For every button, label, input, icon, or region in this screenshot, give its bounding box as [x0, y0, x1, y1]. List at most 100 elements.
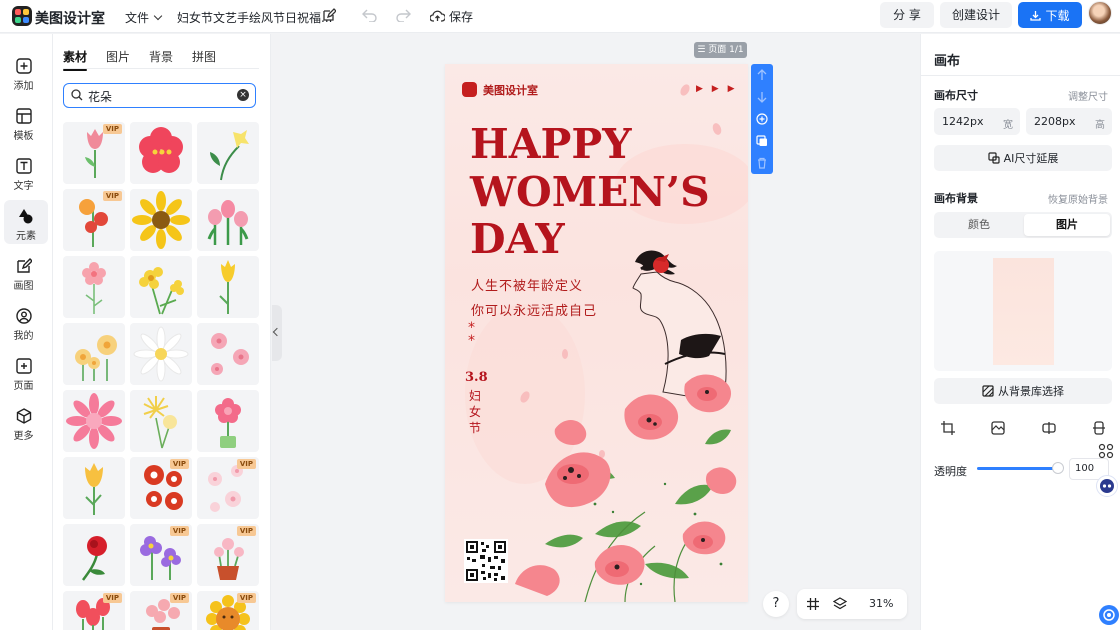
tab-collage[interactable]: 拼图 — [192, 48, 216, 65]
rail-item-draw[interactable]: 画图 — [0, 250, 47, 294]
panel-collapse-handle[interactable] — [272, 305, 282, 361]
material-item[interactable] — [63, 390, 125, 452]
logo-icon[interactable] — [12, 6, 32, 26]
material-item[interactable]: VIP — [130, 457, 192, 519]
rail-item-text[interactable]: 文字 — [0, 150, 47, 194]
rail-item-label: 添加 — [13, 81, 34, 92]
ai-resize-icon — [988, 152, 1000, 164]
edit-icon[interactable] — [322, 8, 336, 22]
canvas-bg-heading: 画布背景 — [934, 192, 978, 205]
save-button[interactable]: 保存 — [430, 7, 473, 25]
material-item[interactable] — [197, 323, 259, 385]
crop-icon[interactable] — [941, 421, 955, 435]
rail-item-add[interactable]: 添加 — [0, 50, 47, 94]
opacity-slider[interactable] — [977, 467, 1060, 470]
filter-icon[interactable] — [991, 421, 1005, 435]
file-menu-label: 文件 — [125, 11, 150, 25]
material-item[interactable] — [130, 189, 192, 251]
apps-icon[interactable] — [1098, 443, 1114, 459]
material-item[interactable] — [63, 323, 125, 385]
rail-item-page[interactable]: 页面 — [0, 350, 47, 394]
material-item[interactable] — [63, 457, 125, 519]
bg-preview[interactable] — [934, 251, 1112, 371]
avatar[interactable] — [1088, 1, 1112, 25]
tab-backgrounds[interactable]: 背景 — [149, 48, 173, 65]
delete-page-icon[interactable] — [756, 157, 768, 169]
rail-item-mine[interactable]: 我的 — [0, 300, 47, 344]
create-design-button[interactable]: 创建设计 — [940, 2, 1012, 28]
material-item[interactable] — [197, 189, 259, 251]
zoom-level[interactable]: 31% — [869, 597, 893, 610]
material-item[interactable]: VIP — [197, 591, 259, 630]
height-unit: 高 — [1095, 120, 1105, 131]
material-item[interactable] — [63, 524, 125, 586]
grid-icon[interactable] — [806, 597, 820, 611]
flip-horizontal-icon[interactable] — [1042, 421, 1056, 435]
help-button[interactable]: ? — [763, 591, 789, 617]
redo-icon[interactable] — [395, 8, 411, 22]
page-indicator[interactable]: ☰ 页面 1/1 — [694, 42, 747, 58]
bg-color-option[interactable]: 颜色 — [936, 214, 1022, 236]
layers-icon[interactable] — [833, 597, 847, 611]
download-icon — [1030, 10, 1042, 21]
poster-subtitle-1: 人生不被年龄定义 — [471, 279, 584, 294]
rail-item-more[interactable]: 更多 — [0, 400, 47, 444]
opacity-slider-handle[interactable] — [1052, 462, 1064, 474]
material-item[interactable] — [130, 122, 192, 184]
download-button[interactable]: 下载 — [1018, 2, 1082, 28]
vip-badge: VIP — [169, 459, 189, 469]
material-item[interactable] — [197, 256, 259, 318]
material-item[interactable]: VIP — [63, 122, 125, 184]
bg-library-button[interactable]: 从背景库选择 — [934, 378, 1112, 404]
document-title[interactable]: 妇女节文艺手绘风节日祝福... — [177, 9, 332, 26]
rail-item-label: 文字 — [13, 181, 34, 192]
material-item[interactable]: VIP — [130, 524, 192, 586]
divider — [921, 75, 1120, 76]
duplicate-page-icon[interactable] — [756, 135, 768, 147]
material-item[interactable] — [197, 122, 259, 184]
cube-icon — [16, 408, 31, 424]
tab-images[interactable]: 图片 — [106, 48, 130, 65]
poster-canvas[interactable]: 美图设计室 ▶ ▶ ▶ HAPPY WOMEN’S DAY 人生不被年龄定义 你… — [445, 64, 748, 602]
move-up-icon[interactable] — [756, 69, 768, 81]
tab-materials[interactable]: 素材 — [63, 48, 88, 71]
logo-text[interactable]: 美图设计室 — [35, 8, 105, 28]
material-item[interactable]: VIP — [130, 591, 192, 630]
material-item[interactable] — [197, 390, 259, 452]
add-page-icon[interactable] — [756, 113, 768, 125]
bg-image-option[interactable]: 图片 — [1024, 214, 1110, 236]
share-button[interactable]: 分 享 — [880, 2, 934, 28]
save-label: 保存 — [449, 9, 474, 24]
materials-panel: 素材 图片 背景 拼图 花朵 × VIP VIP VIP VIP VIP VIP… — [53, 34, 271, 630]
restore-bg-link[interactable]: 恢复原始背景 — [1048, 191, 1108, 206]
vip-badge: VIP — [236, 526, 256, 536]
rail-item-elements[interactable]: 元素 — [4, 200, 48, 244]
poster-arrows: ▶ ▶ ▶ — [696, 84, 738, 94]
assistant-button[interactable] — [1096, 475, 1118, 497]
support-icon[interactable] — [1099, 605, 1119, 625]
rail-item-label: 元素 — [16, 231, 36, 242]
rail-item-label: 页面 — [13, 381, 34, 392]
material-item[interactable]: VIP — [197, 524, 259, 586]
width-field[interactable]: 1242px 宽 — [934, 108, 1020, 135]
material-item[interactable]: VIP — [63, 591, 125, 630]
ai-resize-button[interactable]: AI尺寸延展 — [934, 145, 1112, 171]
flip-vertical-icon[interactable] — [1092, 421, 1106, 435]
resize-link[interactable]: 调整尺寸 — [1068, 88, 1108, 103]
material-item[interactable] — [130, 390, 192, 452]
file-menu[interactable]: 文件 — [125, 9, 163, 26]
search-input[interactable]: 花朵 × — [63, 83, 256, 108]
bg-type-toggle: 颜色 图片 — [934, 212, 1112, 238]
clear-icon[interactable]: × — [237, 89, 249, 101]
material-item[interactable] — [63, 256, 125, 318]
material-item[interactable]: VIP — [63, 189, 125, 251]
undo-icon[interactable] — [362, 8, 378, 22]
material-item[interactable]: VIP — [197, 457, 259, 519]
support-glyph — [1103, 609, 1115, 621]
height-field[interactable]: 2208px 高 — [1026, 108, 1112, 135]
rail-item-template[interactable]: 模板 — [0, 100, 47, 144]
material-item[interactable] — [130, 323, 192, 385]
material-item[interactable] — [130, 256, 192, 318]
move-down-icon[interactable] — [756, 91, 768, 103]
chevron-down-icon — [153, 11, 163, 21]
